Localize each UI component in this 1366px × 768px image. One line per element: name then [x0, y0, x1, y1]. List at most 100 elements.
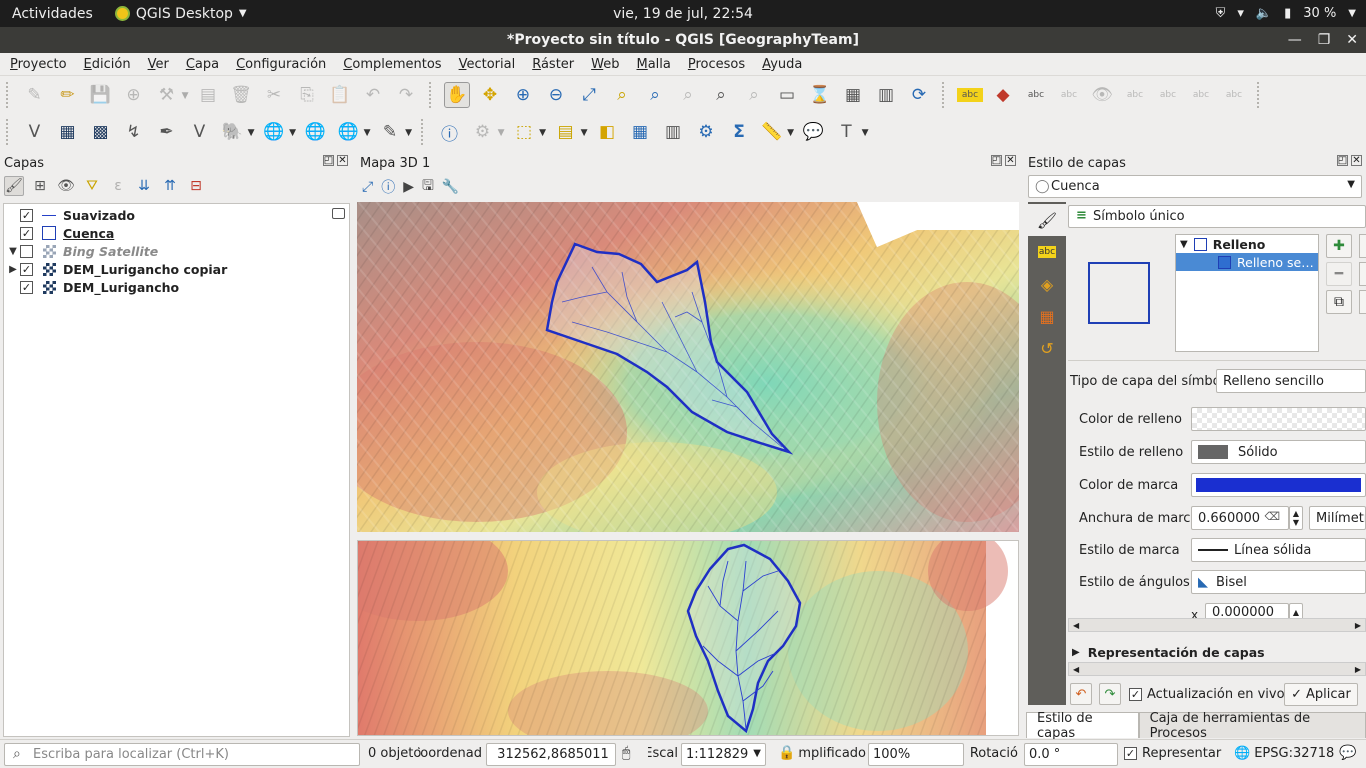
zoom-selection-icon[interactable]: ⌕	[609, 82, 635, 108]
toolbar-grip[interactable]	[6, 81, 12, 108]
map2d-canvas[interactable]	[357, 540, 1019, 736]
apply-button[interactable]: ✓ Aplicar	[1284, 683, 1358, 706]
diagram-icon[interactable]: ◆	[990, 82, 1016, 108]
add-group-icon[interactable]: ⊞	[30, 176, 50, 196]
expanded-arrow-icon[interactable]: ▼	[1180, 239, 1188, 250]
app-menu[interactable]: QGIS Desktop ▼	[114, 6, 247, 22]
layer-checkbox[interactable]: ✓	[20, 262, 33, 276]
remove-symbol-layer-button[interactable]: ━	[1326, 262, 1352, 286]
wifi-icon[interactable]: ▾	[1237, 6, 1244, 21]
close-icon[interactable]: ✕	[337, 155, 348, 166]
stroke-width-spinner[interactable]: ▲ ▼	[1289, 506, 1303, 530]
symbology-brush-icon[interactable]: 🖌	[1028, 204, 1066, 236]
label-change-icon[interactable]: abc	[1188, 82, 1214, 108]
renderer-selector[interactable]: ≡ Símbolo único	[1068, 205, 1366, 228]
fill-color-button[interactable]	[1191, 407, 1366, 431]
collapse-all-icon[interactable]: ⇈	[160, 176, 180, 196]
menu-proyecto[interactable]: Proyecto	[0, 57, 74, 72]
fill-style-select[interactable]: Sólido	[1191, 440, 1366, 464]
join-style-select[interactable]: ◣ Bisel	[1191, 570, 1366, 594]
float-icon[interactable]: ◰	[991, 155, 1002, 166]
menu-malla[interactable]: Malla	[627, 57, 678, 72]
side-button-clipped[interactable]	[1359, 262, 1366, 286]
menu-complementos[interactable]: Complementos	[333, 57, 448, 72]
menu-ayuda[interactable]: Ayuda	[752, 57, 809, 72]
side-button-clipped[interactable]	[1359, 234, 1366, 258]
float-icon[interactable]: ◰	[323, 155, 334, 166]
symbol-layer-type-select[interactable]: Relleno sencillo	[1216, 369, 1366, 393]
identify-icon[interactable]: ⓘ	[381, 177, 395, 197]
new-layer-icon[interactable]: ✎ ▼	[377, 119, 412, 145]
embedded-widget-icon[interactable]	[332, 208, 345, 219]
layer-selector[interactable]: ◯ Cuenca ▼	[1028, 175, 1362, 198]
mask-icon[interactable]: ▦	[1028, 300, 1066, 332]
lock-icon[interactable]: 🔒	[778, 745, 795, 761]
close-icon[interactable]: ✕	[1005, 155, 1016, 166]
add-mesh-layer-icon[interactable]: ▩	[88, 119, 114, 145]
shield-icon[interactable]: ⛨	[1216, 6, 1226, 21]
statistics-icon[interactable]: ▥	[660, 119, 686, 145]
zoom-next-icon[interactable]: ⌕	[741, 82, 767, 108]
close-icon[interactable]: ✕	[1346, 32, 1358, 48]
battery-icon[interactable]: ▮	[1284, 6, 1291, 21]
stroke-width-input[interactable]: 0.660000 ⌫	[1191, 506, 1289, 530]
label-abc-icon[interactable]: abc	[957, 87, 983, 102]
toolbar-grip[interactable]	[941, 81, 948, 108]
save-edits-icon[interactable]: 💾	[88, 82, 114, 108]
identify-icon[interactable]: ⓘ	[437, 119, 463, 145]
tab-processing-toolbox[interactable]: Caja de herramientas de Procesos	[1138, 711, 1366, 741]
deselect-icon[interactable]: ◧	[594, 119, 620, 145]
stroke-color-button[interactable]	[1191, 473, 1366, 497]
layer-row-cuenca[interactable]: ✓ Cuenca	[4, 224, 349, 242]
menu-ver[interactable]: Ver	[138, 57, 176, 72]
layer-row-bing-satellite[interactable]: ▼ Bing Satellite	[4, 242, 349, 260]
add-delimited-text-icon[interactable]: ↯	[121, 119, 147, 145]
label-pin-icon[interactable]: abc	[1023, 82, 1049, 108]
modify-attributes-icon[interactable]: ▤	[195, 82, 221, 108]
layer-checkbox[interactable]: ✓	[20, 226, 33, 240]
select-by-value-icon[interactable]: ▤ ▼	[553, 119, 587, 145]
toolbar-grip[interactable]	[421, 119, 427, 145]
layer-row-dem-lurigancho[interactable]: ✓ DEM_Lurigancho	[4, 278, 349, 296]
crs-button[interactable]: 🌐 EPSG:32718	[1234, 746, 1334, 761]
filter-expression-icon[interactable]: ε	[108, 176, 128, 196]
configure-wrench-icon[interactable]: 🔧	[442, 179, 459, 195]
toggle-edit-icon[interactable]: ✎	[22, 82, 48, 108]
clear-icon[interactable]: ⌫	[1264, 510, 1280, 523]
expand-all-icon[interactable]: ⇊	[134, 176, 154, 196]
zoom-last-icon[interactable]: ⌕	[708, 82, 734, 108]
redo-icon[interactable]: ↷	[393, 82, 419, 108]
menu-web[interactable]: Web	[581, 57, 626, 72]
zoom-native-icon[interactable]: ⌕	[675, 82, 701, 108]
bookmark-icon[interactable]: ▦	[840, 82, 866, 108]
zoom-full-icon[interactable]: ⤢	[362, 179, 373, 195]
terrain-3d-render[interactable]	[357, 202, 1019, 532]
delete-icon[interactable]: 🗑	[228, 82, 254, 108]
paste-icon[interactable]: 📋	[327, 82, 353, 108]
symbol-tree-child[interactable]: Relleno se…	[1176, 253, 1318, 271]
rotation-spinbox[interactable]: 0.0 °	[1024, 743, 1118, 766]
system-tray[interactable]: ⛨ ▾ 🔈 ▮ 30 % ▼	[1216, 0, 1356, 27]
menu-edicion[interactable]: Edición	[74, 57, 138, 72]
add-wms-layer-icon[interactable]: 🌐 ▼	[261, 119, 296, 145]
checkbox-checked[interactable]: ✓	[1124, 747, 1137, 760]
close-icon[interactable]: ✕	[1351, 155, 1362, 166]
text-annotation-icon[interactable]: T ▼	[834, 119, 868, 145]
live-update-checkbox[interactable]: ✓ Actualización en vivo	[1129, 687, 1285, 702]
render-checkbox[interactable]: ✓ Representar	[1124, 746, 1221, 761]
symbol-tree-root[interactable]: ▼ Relleno	[1176, 235, 1318, 253]
layer-row-suavizado[interactable]: ✓ Suavizado	[4, 206, 349, 224]
stroke-unit-select[interactable]: Milímetr	[1309, 506, 1366, 530]
menu-vectorial[interactable]: Vectorial	[449, 57, 523, 72]
redo-style-button[interactable]: ↷	[1099, 683, 1121, 705]
locator-input[interactable]: ⌕ Escriba para localizar (Ctrl+K)	[4, 743, 360, 766]
messages-icon[interactable]: 💬	[1339, 745, 1356, 761]
layer-checkbox[interactable]	[20, 244, 33, 258]
menu-raster[interactable]: Ráster	[522, 57, 581, 72]
add-wfs-layer-icon[interactable]: 🌐	[303, 119, 329, 145]
layer-rendering-section[interactable]: ▶ Representación de capas	[1072, 645, 1265, 660]
toolbar-grip[interactable]	[6, 119, 12, 145]
attribute-table-icon[interactable]: ▦	[627, 119, 653, 145]
new-map-view-icon[interactable]: ▭	[774, 82, 800, 108]
manage-visibility-icon[interactable]: 👁	[56, 176, 76, 196]
